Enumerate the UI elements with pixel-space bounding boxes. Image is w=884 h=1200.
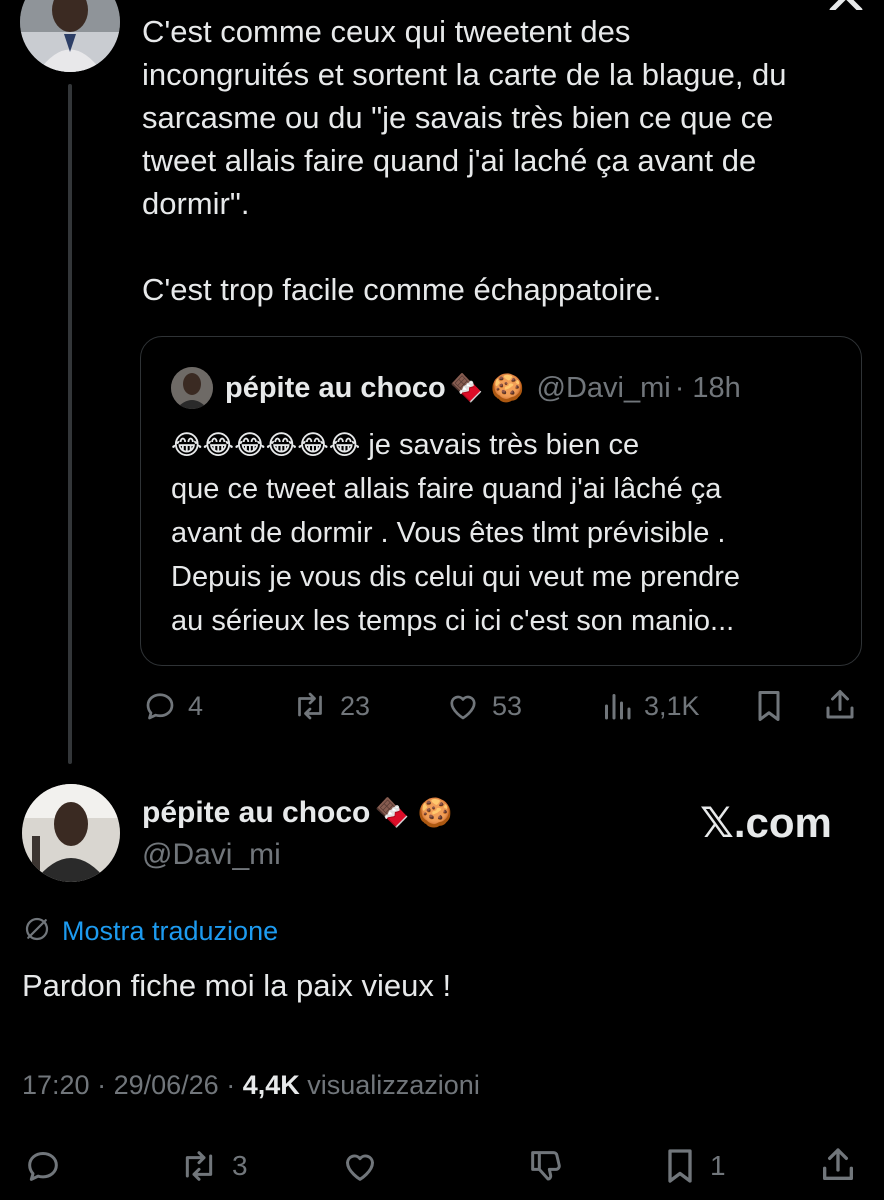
translate-link[interactable]: Mostra traduzione (22, 914, 278, 949)
views-number: 4,4K (242, 1070, 300, 1100)
main-avatar[interactable] (22, 784, 120, 882)
reply-action[interactable]: 4 (142, 688, 203, 724)
views-count: 3,1K (644, 690, 700, 721)
quoted-tweet-text: 😂😂😂😂😂😂 je savais très bien ce que ce twe… (171, 423, 851, 643)
reply-count: 4 (188, 690, 204, 721)
translate-icon (22, 914, 52, 949)
thread-line (68, 84, 72, 764)
share-icon (822, 686, 858, 724)
quoted-tweet-header: pépite au choco 🍫 🍪 @Davi_mi · 18h (171, 367, 741, 409)
quoted-timestamp[interactable]: · 18h (675, 372, 741, 405)
retweet-icon (290, 688, 330, 724)
reply-icon (142, 688, 178, 724)
views-label: visualizzazioni (307, 1070, 480, 1100)
thumbs-down-icon (524, 1146, 568, 1186)
reply-tweet-text: C'est comme ceux qui tweetent des incong… (142, 14, 787, 307)
main-tweet-text: Pardon fiche moi la paix vieux ! (22, 968, 452, 1003)
main-name-emojis: 🍫 🍪 (374, 797, 453, 828)
main-reply-action[interactable] (22, 1146, 64, 1186)
tweet-meta: 17:20 · 29/06/26 · 4,4K visualizzazioni (22, 1070, 480, 1100)
main-dislike-action[interactable] (524, 1146, 568, 1186)
views-icon (600, 688, 634, 724)
heart-icon (338, 1146, 382, 1186)
main-share-action[interactable] (818, 1144, 858, 1186)
main-display-name[interactable]: pépite au choco (142, 796, 370, 829)
share-action[interactable] (822, 686, 858, 724)
retweet-icon (176, 1146, 222, 1186)
close-icon[interactable] (826, 0, 866, 10)
main-retweet-count: 3 (232, 1150, 248, 1181)
quoted-display-name[interactable]: pépite au choco (225, 372, 446, 405)
retweet-count: 23 (340, 690, 371, 721)
quoted-avatar[interactable] (171, 367, 213, 409)
main-bookmark-count: 1 (710, 1150, 726, 1181)
avatar[interactable] (20, 0, 120, 72)
bookmark-icon (660, 1146, 700, 1186)
views-action[interactable]: 3,1K (600, 688, 700, 724)
retweet-action[interactable]: 23 (290, 688, 370, 724)
laughing-emojis: 😂😂😂😂😂😂 (171, 430, 361, 460)
like-count: 53 (492, 690, 523, 721)
share-icon (818, 1144, 858, 1186)
tweet-date[interactable]: 29/06/26 (114, 1070, 219, 1100)
reply-icon (22, 1146, 64, 1186)
quoted-text-body: je savais très bien ce que ce tweet alla… (171, 429, 741, 637)
tweet-time[interactable]: 17:20 (22, 1070, 90, 1100)
quoted-name-emojis: 🍫 🍪 (449, 373, 525, 403)
main-retweet-action[interactable]: 3 (176, 1146, 248, 1186)
quoted-handle[interactable]: @Davi_mi (537, 372, 671, 405)
bookmark-icon (752, 688, 786, 724)
main-like-action[interactable] (338, 1146, 382, 1186)
main-bookmark-action[interactable]: 1 (660, 1146, 726, 1186)
translate-label[interactable]: Mostra traduzione (62, 916, 278, 947)
xcom-watermark: 𝕏.com (700, 799, 832, 846)
quoted-tweet-card[interactable]: pépite au choco 🍫 🍪 @Davi_mi · 18h 😂😂😂😂😂… (140, 336, 862, 666)
main-author[interactable]: pépite au choco 🍫 🍪 (142, 796, 452, 830)
heart-icon (444, 688, 482, 724)
main-handle[interactable]: @Davi_mi (142, 838, 281, 872)
like-action[interactable]: 53 (444, 688, 522, 724)
bookmark-action[interactable] (752, 688, 786, 724)
